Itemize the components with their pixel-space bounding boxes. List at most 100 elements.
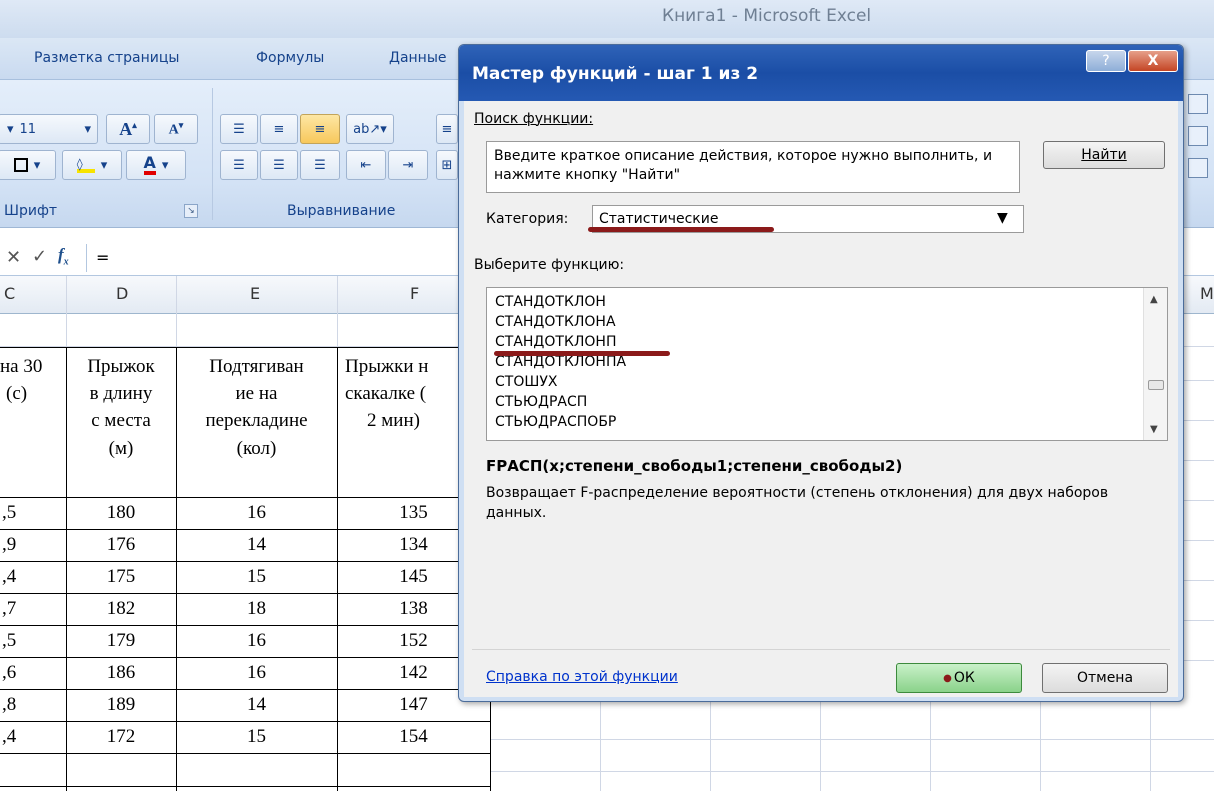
red-underline-annotation bbox=[494, 351, 670, 356]
cell-c[interactable]: ,5 bbox=[2, 502, 62, 524]
align-left-button[interactable]: ☰ bbox=[220, 150, 258, 180]
align-center-button[interactable]: ☰ bbox=[260, 150, 298, 180]
cell-f[interactable]: 154 bbox=[337, 726, 490, 748]
cell-e[interactable]: 16 bbox=[176, 630, 337, 652]
tab-data[interactable]: Данные bbox=[389, 50, 447, 66]
cell-c[interactable]: ,8 bbox=[2, 694, 62, 716]
cancel-button[interactable]: Отмена bbox=[1042, 663, 1168, 693]
cell-d[interactable]: 189 bbox=[66, 694, 176, 716]
cancel-entry-icon[interactable]: ✕ bbox=[6, 247, 21, 268]
ok-button[interactable]: ● ОК bbox=[896, 663, 1022, 693]
list-item[interactable]: СТАНДОТКЛОНП bbox=[495, 334, 616, 350]
search-input[interactable]: Введите краткое описание действия, котор… bbox=[486, 141, 1020, 193]
cell-e[interactable]: 14 bbox=[176, 534, 337, 556]
orientation-button[interactable]: ab↗▾ bbox=[346, 114, 394, 144]
close-icon: X bbox=[1147, 53, 1159, 69]
shrink-font-button[interactable]: A▾ bbox=[154, 114, 198, 144]
cell-c[interactable]: ,9 bbox=[2, 534, 62, 556]
align-top-button[interactable]: ☰ bbox=[220, 114, 258, 144]
confirm-entry-icon[interactable]: ✓ bbox=[32, 246, 47, 267]
column-header-d[interactable]: D bbox=[116, 284, 128, 303]
function-description: Возвращает F-распределение вероятности (… bbox=[486, 485, 1109, 521]
cell-e[interactable]: 16 bbox=[176, 502, 337, 524]
borders-button[interactable]: ▾ bbox=[0, 150, 56, 180]
fill-color-button[interactable]: ◊ ▾ bbox=[62, 150, 122, 180]
cell-c[interactable]: ,5 bbox=[2, 630, 62, 652]
font-group-label: Шрифт bbox=[4, 203, 58, 219]
header-cell-f-line3[interactable]: 2 мин) bbox=[337, 410, 477, 432]
help-link[interactable]: Справка по этой функции bbox=[486, 669, 678, 685]
font-size-select[interactable]: ▾ 11 ▾ bbox=[0, 114, 98, 144]
insert-cells-icon[interactable] bbox=[1188, 94, 1208, 114]
cell-e[interactable]: 14 bbox=[176, 694, 337, 716]
cell-e[interactable]: 15 bbox=[176, 566, 337, 588]
table-border bbox=[0, 657, 490, 658]
header-cell-d-line4[interactable]: (м) bbox=[66, 438, 176, 460]
cell-d[interactable]: 172 bbox=[66, 726, 176, 748]
cell-c[interactable]: ,7 bbox=[2, 598, 62, 620]
fill-color-icon: ◊ bbox=[76, 157, 95, 173]
list-item[interactable]: СТЬЮДРАСПОБР bbox=[495, 414, 616, 430]
cell-c[interactable]: ,4 bbox=[2, 726, 62, 748]
header-cell-d-line1[interactable]: Прыжок bbox=[66, 356, 176, 378]
help-button[interactable]: ? bbox=[1086, 50, 1126, 72]
cell-d[interactable]: 180 bbox=[66, 502, 176, 524]
grow-font-button[interactable]: A▴ bbox=[106, 114, 150, 144]
header-cell-e-line1[interactable]: Подтягиван bbox=[176, 356, 337, 378]
cell-d[interactable]: 176 bbox=[66, 534, 176, 556]
list-item[interactable]: СТАНДОТКЛОН bbox=[495, 294, 606, 310]
column-header-c[interactable]: C bbox=[4, 284, 15, 303]
formula-input[interactable]: = bbox=[96, 248, 109, 267]
tab-page-layout[interactable]: Разметка страницы bbox=[34, 50, 179, 66]
header-cell-d-line2[interactable]: в длину bbox=[66, 383, 176, 405]
function-list-scrollbar[interactable]: ▲ ▼ bbox=[1143, 288, 1167, 440]
cell-e[interactable]: 16 bbox=[176, 662, 337, 684]
function-list[interactable]: СТАНДОТКЛОН СТАНДОТКЛОНА СТАНДОТКЛОНП СТ… bbox=[486, 287, 1168, 441]
header-cell-f-line2[interactable]: скакалке ( bbox=[337, 383, 477, 405]
align-bottom-button[interactable]: ≡ bbox=[300, 114, 340, 144]
header-cell-e-line2[interactable]: ие на bbox=[176, 383, 337, 405]
cell-e[interactable]: 18 bbox=[176, 598, 337, 620]
align-middle-button[interactable]: ≡ bbox=[260, 114, 298, 144]
header-cell-f-line1[interactable]: Прыжки н bbox=[337, 356, 477, 378]
column-header-m[interactable]: M bbox=[1200, 284, 1214, 303]
header-cell-c-line1[interactable]: на 30 bbox=[0, 356, 66, 378]
find-button[interactable]: Найти bbox=[1043, 141, 1165, 169]
column-header-f[interactable]: F bbox=[410, 284, 419, 303]
wrap-text-button[interactable]: ≡ bbox=[436, 114, 458, 144]
list-item[interactable]: СТАНДОТКЛОНА bbox=[495, 314, 616, 330]
cell-c[interactable]: ,6 bbox=[2, 662, 62, 684]
cell-e[interactable]: 15 bbox=[176, 726, 337, 748]
cell-c[interactable]: ,4 bbox=[2, 566, 62, 588]
scroll-thumb[interactable] bbox=[1148, 380, 1164, 390]
header-cell-e-line3[interactable]: перекладине bbox=[176, 410, 337, 432]
cell-d[interactable]: 182 bbox=[66, 598, 176, 620]
font-dialog-launcher-icon[interactable]: ↘ bbox=[184, 204, 198, 218]
cell-d[interactable]: 179 bbox=[66, 630, 176, 652]
delete-cells-icon[interactable] bbox=[1188, 126, 1208, 146]
grid-line bbox=[1184, 500, 1214, 501]
scroll-down-icon[interactable]: ▼ bbox=[1150, 424, 1158, 435]
insert-function-icon[interactable]: fx bbox=[58, 245, 80, 269]
close-button[interactable]: X bbox=[1128, 50, 1178, 72]
list-item[interactable]: СТЬЮДРАСП bbox=[495, 394, 587, 410]
merge-cells-button[interactable]: ⊞ bbox=[436, 150, 458, 180]
align-right-button[interactable]: ☰ bbox=[300, 150, 340, 180]
cell-d[interactable]: 175 bbox=[66, 566, 176, 588]
tab-formulas[interactable]: Формулы bbox=[256, 50, 324, 66]
header-cell-c-line2[interactable]: (с) bbox=[0, 383, 66, 405]
list-item[interactable]: СТОШУХ bbox=[495, 374, 557, 390]
font-size-value: 11 bbox=[19, 121, 37, 137]
help-icon: ? bbox=[1102, 53, 1110, 69]
decrease-indent-button[interactable]: ⇤ bbox=[346, 150, 386, 180]
list-item[interactable]: СТАНДОТКЛОНПА bbox=[495, 354, 626, 370]
format-cells-icon[interactable] bbox=[1188, 158, 1208, 178]
cell-d[interactable]: 186 bbox=[66, 662, 176, 684]
font-color-button[interactable]: A ▾ bbox=[126, 150, 186, 180]
scroll-up-icon[interactable]: ▲ bbox=[1150, 294, 1158, 305]
font-color-icon: A bbox=[143, 155, 156, 175]
column-header-e[interactable]: E bbox=[250, 284, 260, 303]
header-cell-e-line4[interactable]: (кол) bbox=[176, 438, 337, 460]
increase-indent-button[interactable]: ⇥ bbox=[388, 150, 428, 180]
header-cell-d-line3[interactable]: с места bbox=[66, 410, 176, 432]
